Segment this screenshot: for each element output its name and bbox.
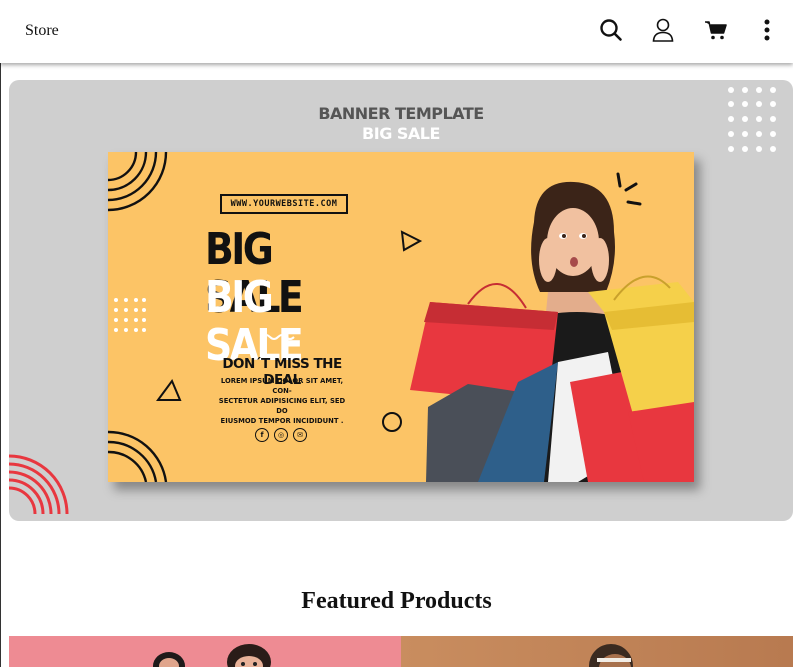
cart-icon[interactable] [702,16,730,44]
woman-shopping-bags-illustration [410,172,694,482]
search-icon[interactable] [597,16,625,44]
yellow-arcs-decoration [108,152,168,212]
sale-banner-image: WWW.YOURWEBSITE.COM BIG SALE BIG SALE DO… [108,152,694,482]
squiggle-decoration [261,334,295,340]
instagram-icon: ◎ [274,428,288,442]
user-icon[interactable] [649,16,677,44]
product-card-1[interactable] [9,636,401,667]
product-image-1 [153,644,271,667]
body-line-1: LOREM IPSUM DOLOR SIT AMET, CON- [220,377,344,395]
triangle-outline-decoration [156,378,182,401]
dots-decoration [728,87,776,152]
bottom-arcs-decoration [108,430,168,482]
big-sale-label: BIG SALE [362,124,440,143]
window-border [0,0,1,667]
circle-outline-decoration [382,412,402,432]
body-line-2: SECTETUR ADIPISICING ELIT, SED DO [218,397,346,415]
red-arcs-decoration [9,454,69,515]
hero-carousel-banner[interactable]: BANNER TEMPLATE BIG SALE WWW.YOURWEBSITE… [9,80,793,521]
banner-template-label: BANNER TEMPLATE [318,104,484,123]
mail-icon: ✉ [293,428,307,442]
product-card-2[interactable] [401,636,793,667]
top-navbar: Store [0,0,793,63]
more-vertical-icon[interactable] [753,16,781,44]
white-dots-decoration [114,298,146,332]
lorem-text: LOREM IPSUM DOLOR SIT AMET, CON- SECTETU… [216,376,348,426]
facebook-icon: f [255,428,269,442]
body-line-3: EIUSMOD TEMPOR INCIDIDUNT . [220,417,344,425]
featured-products-heading: Featured Products [301,588,492,614]
product-image-2 [589,644,633,667]
brand-link[interactable]: Store [25,22,59,40]
website-label: WWW.YOURWEBSITE.COM [220,194,348,214]
